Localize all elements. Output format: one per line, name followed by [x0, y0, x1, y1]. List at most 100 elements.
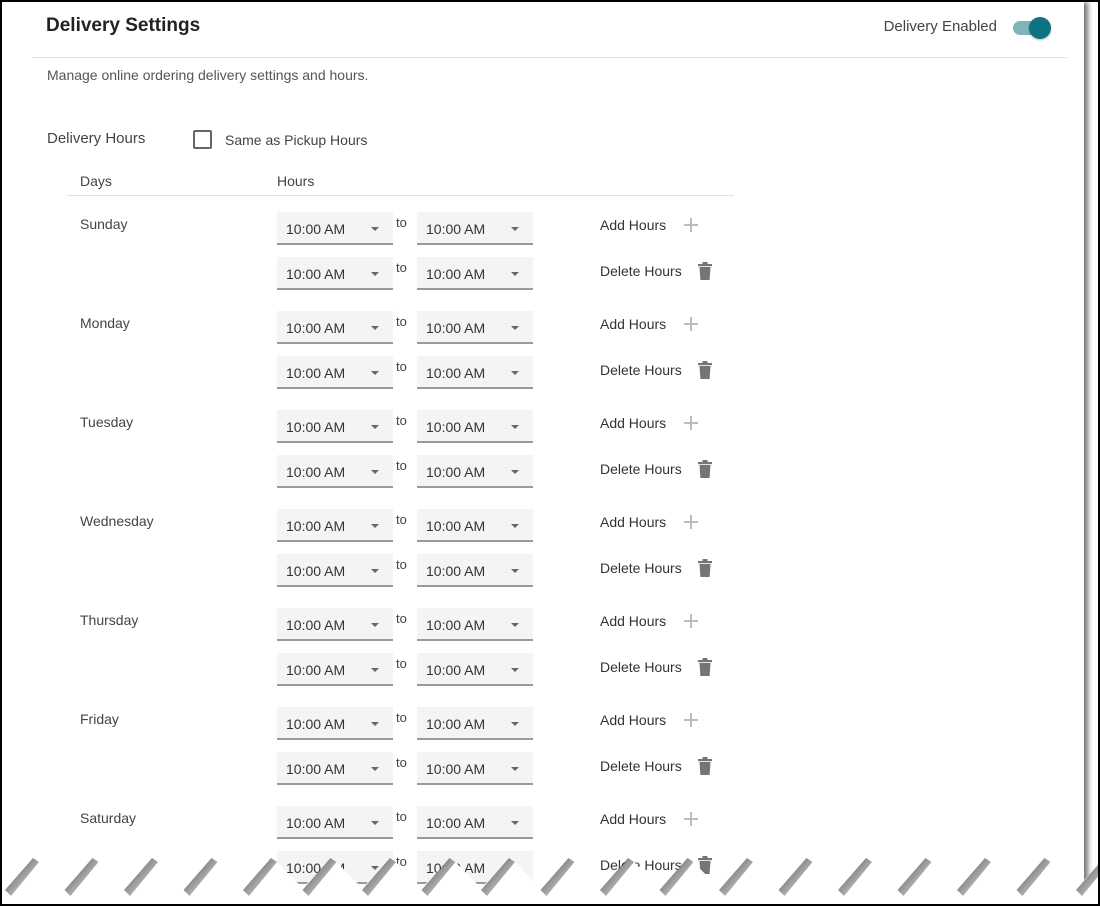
from-time-select[interactable]: 10:00 AM — [277, 257, 393, 290]
add-hours-button[interactable]: Add Hours — [600, 613, 699, 629]
to-time-select[interactable]: 10:00 AM — [417, 806, 533, 839]
to-time-select[interactable]: 10:00 AM — [417, 707, 533, 740]
plus-icon[interactable] — [684, 812, 699, 826]
from-time-select[interactable]: 10:00 AM — [277, 554, 393, 587]
to-time-select[interactable]: 10:00 AM — [417, 752, 533, 785]
hours-row: 10:00 AM to 10:00 AM Delete Hours — [2, 455, 762, 489]
hours-row: 10:00 AM to 10:00 AM Add Hours — [2, 311, 762, 345]
to-time-select[interactable]: 10:00 AM — [417, 554, 533, 587]
delivery-enabled-label: Delivery Enabled — [883, 18, 997, 35]
torn-edge-decoration — [2, 858, 1098, 904]
to-time-select[interactable]: 10:00 AM — [417, 257, 533, 290]
from-time-value: 10:00 AM — [286, 617, 346, 633]
delete-hours-button[interactable]: Delete Hours — [600, 262, 712, 280]
delivery-settings-page: Delivery Settings Delivery Enabled Manag… — [2, 2, 1084, 904]
dropdown-caret-icon — [371, 722, 379, 726]
delete-hours-label: Delete Hours — [600, 560, 682, 576]
add-hours-label: Add Hours — [600, 217, 667, 233]
dropdown-caret-icon — [511, 821, 519, 825]
trash-icon[interactable] — [697, 559, 712, 577]
to-time-select[interactable]: 10:00 AM — [417, 311, 533, 344]
hours-row: 10:00 AM to 10:00 AM Add Hours — [2, 608, 762, 642]
from-time-select[interactable]: 10:00 AM — [277, 752, 393, 785]
from-time-value: 10:00 AM — [286, 716, 346, 732]
to-separator: to — [396, 260, 407, 275]
hours-row: 10:00 AM to 10:00 AM Delete Hours — [2, 752, 762, 786]
from-time-select[interactable]: 10:00 AM — [277, 806, 393, 839]
delete-hours-label: Delete Hours — [600, 263, 682, 279]
hours-row: 10:00 AM to 10:00 AM Add Hours — [2, 707, 762, 741]
plus-icon[interactable] — [684, 218, 699, 232]
plus-icon[interactable] — [684, 713, 699, 727]
from-time-value: 10:00 AM — [286, 563, 346, 579]
same-as-pickup-checkbox[interactable] — [193, 130, 212, 149]
dropdown-caret-icon — [511, 623, 519, 627]
to-time-value: 10:00 AM — [426, 518, 486, 534]
from-time-select[interactable]: 10:00 AM — [277, 311, 393, 344]
to-time-value: 10:00 AM — [426, 617, 486, 633]
add-hours-button[interactable]: Add Hours — [600, 316, 699, 332]
plus-icon[interactable] — [684, 317, 699, 331]
column-header-hours: Hours — [277, 173, 315, 189]
delete-hours-button[interactable]: Delete Hours — [600, 361, 712, 379]
plus-icon[interactable] — [684, 614, 699, 628]
to-separator: to — [396, 413, 407, 428]
dropdown-caret-icon — [511, 668, 519, 672]
add-hours-button[interactable]: Add Hours — [600, 712, 699, 728]
trash-icon[interactable] — [697, 262, 712, 280]
delete-hours-button[interactable]: Delete Hours — [600, 460, 712, 478]
same-as-pickup-checkbox-field[interactable]: Same as Pickup Hours — [193, 130, 367, 149]
plus-icon[interactable] — [684, 416, 699, 430]
dropdown-caret-icon — [511, 371, 519, 375]
add-hours-button[interactable]: Add Hours — [600, 415, 699, 431]
trash-icon[interactable] — [697, 460, 712, 478]
to-time-select[interactable]: 10:00 AM — [417, 608, 533, 641]
from-time-select[interactable]: 10:00 AM — [277, 653, 393, 686]
hours-row: 10:00 AM to 10:00 AM Add Hours — [2, 410, 762, 444]
plus-icon[interactable] — [684, 515, 699, 529]
from-time-select[interactable]: 10:00 AM — [277, 212, 393, 245]
trash-icon[interactable] — [697, 658, 712, 676]
hours-row: 10:00 AM to 10:00 AM Add Hours — [2, 212, 762, 246]
delete-hours-button[interactable]: Delete Hours — [600, 757, 712, 775]
from-time-select[interactable]: 10:00 AM — [277, 707, 393, 740]
from-time-select[interactable]: 10:00 AM — [277, 509, 393, 542]
from-time-select[interactable]: 10:00 AM — [277, 410, 393, 443]
from-time-select[interactable]: 10:00 AM — [277, 356, 393, 389]
dropdown-caret-icon — [371, 425, 379, 429]
hours-row: 10:00 AM to 10:00 AM Delete Hours — [2, 554, 762, 588]
to-time-select[interactable]: 10:00 AM — [417, 509, 533, 542]
dropdown-caret-icon — [371, 623, 379, 627]
to-time-value: 10:00 AM — [426, 221, 486, 237]
to-separator: to — [396, 215, 407, 230]
dropdown-caret-icon — [511, 425, 519, 429]
same-as-pickup-label: Same as Pickup Hours — [225, 131, 368, 148]
add-hours-label: Add Hours — [600, 316, 667, 332]
from-time-select[interactable]: 10:00 AM — [277, 455, 393, 488]
from-time-value: 10:00 AM — [286, 221, 346, 237]
dropdown-caret-icon — [511, 569, 519, 573]
delete-hours-button[interactable]: Delete Hours — [600, 559, 712, 577]
to-time-select[interactable]: 10:00 AM — [417, 356, 533, 389]
to-time-select[interactable]: 10:00 AM — [417, 653, 533, 686]
from-time-select[interactable]: 10:00 AM — [277, 608, 393, 641]
from-time-value: 10:00 AM — [286, 266, 346, 282]
trash-icon[interactable] — [697, 361, 712, 379]
dropdown-caret-icon — [371, 272, 379, 276]
add-hours-button[interactable]: Add Hours — [600, 514, 699, 530]
add-hours-button[interactable]: Add Hours — [600, 217, 699, 233]
day-group-thursday: Thursday 10:00 AM to 10:00 AM Add Hours 10:00… — [2, 608, 762, 704]
to-separator: to — [396, 710, 407, 725]
to-time-select[interactable]: 10:00 AM — [417, 212, 533, 245]
hours-row: 10:00 AM to 10:00 AM Delete Hours — [2, 653, 762, 687]
add-hours-button[interactable]: Add Hours — [600, 811, 699, 827]
screenshot-frame: Delivery Settings Delivery Enabled Manag… — [0, 0, 1100, 906]
from-time-value: 10:00 AM — [286, 518, 346, 534]
delivery-enabled-toggle[interactable] — [1013, 17, 1051, 39]
to-time-value: 10:00 AM — [426, 761, 486, 777]
day-group-sunday: Sunday 10:00 AM to 10:00 AM Add Hours 10:00 A… — [2, 212, 762, 308]
to-time-select[interactable]: 10:00 AM — [417, 410, 533, 443]
to-time-select[interactable]: 10:00 AM — [417, 455, 533, 488]
trash-icon[interactable] — [697, 757, 712, 775]
delete-hours-button[interactable]: Delete Hours — [600, 658, 712, 676]
